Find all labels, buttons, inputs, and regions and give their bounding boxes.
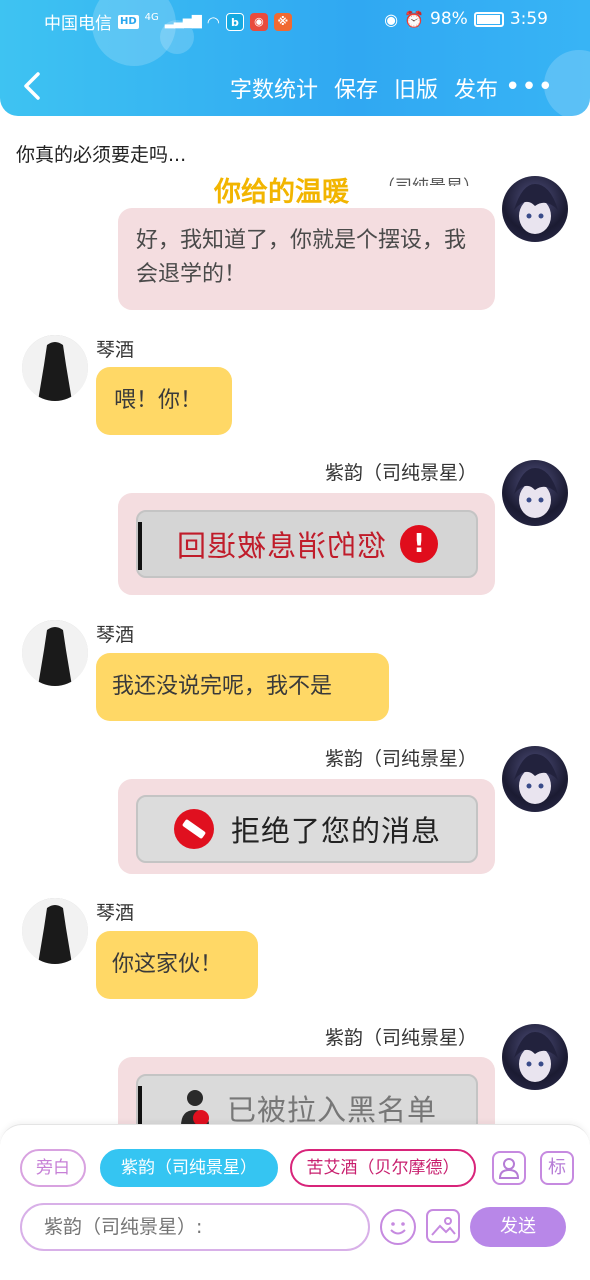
sender-name-clipped: （司纯景星） [378, 172, 480, 186]
app-root: 中国电信 HD 4G ▂▃▅▇ ◠ b ◉ ※ ◉ ⏰ 98% 3:59 字数统… [0, 0, 590, 1280]
battery-icon [473, 11, 504, 27]
user-blocked-icon [180, 1090, 209, 1126]
app-notification-icon: b [225, 12, 244, 31]
smiley-icon [390, 1222, 406, 1235]
sender-name: 紫韵（司纯景星） [325, 1027, 478, 1049]
message-text: 我还没说完呢，我不是 [112, 674, 333, 699]
nav-actions: 字数统计 保存 旧版 发布 [230, 72, 498, 104]
clock-time: 3:59 [509, 9, 548, 29]
chat-area[interactable]: 你真的必须要走吗... （司纯景星） 你给的温暖 好，我知道了，你就是个摆设，我… [0, 116, 590, 1126]
sender-name: 紫韵（司纯景星） [325, 748, 478, 770]
dark-figure-avatar-icon [22, 335, 88, 401]
nav-bar: 字数统计 保存 旧版 发布 ••• [0, 58, 590, 114]
avatar[interactable] [502, 460, 568, 526]
role-chip-selected[interactable]: 紫韵（司纯景星） [100, 1149, 278, 1187]
sender-name: 琴酒 [96, 624, 135, 646]
avatar[interactable] [502, 1024, 568, 1090]
card-edge [138, 1086, 142, 1126]
app-notification-icon: ※ [273, 12, 292, 31]
more-options-button[interactable]: ••• [505, 72, 554, 102]
sender-name: 紫韵（司纯景星） [325, 462, 478, 484]
save-button[interactable]: 保存 [334, 72, 378, 104]
avatar[interactable] [22, 335, 88, 401]
anime-avatar-icon [514, 468, 558, 518]
signal-icon: ▂▃▅▇ [164, 14, 202, 29]
prohibited-icon [173, 809, 214, 849]
avatar[interactable] [502, 746, 568, 812]
dark-figure-avatar-icon [22, 898, 88, 964]
anime-avatar-icon [514, 184, 558, 234]
message-bubble[interactable]: 我还没说完呢，我不是 [96, 653, 389, 721]
status-bar: 中国电信 HD 4G ▂▃▅▇ ◠ b ◉ ※ ◉ ⏰ 98% 3:59 [0, 0, 590, 40]
anime-avatar-icon [514, 754, 558, 804]
image-icon [431, 1217, 456, 1236]
old-version-button[interactable]: 旧版 [394, 72, 438, 104]
person-icon [498, 1158, 520, 1179]
network-type: 4G [144, 12, 159, 23]
weibo-icon: ◉ [249, 12, 268, 31]
compose-panel: 旁白 紫韵（司纯景星） 苦艾酒（贝尔摩德） 标 发送 [0, 1124, 590, 1280]
wifi-icon: ◠ [206, 12, 220, 31]
message-bubble[interactable]: 好，我知道了，你就是个摆设，我会退学的！ [118, 208, 495, 310]
system-message-text: 拒绝了您的消息 [230, 814, 441, 848]
avatar[interactable] [22, 898, 88, 964]
alert-icon: ! [400, 525, 438, 563]
message-input[interactable] [20, 1203, 370, 1251]
mark-button[interactable]: 标 [540, 1151, 574, 1185]
message-bubble[interactable]: 你这家伙！ [96, 931, 258, 999]
image-button[interactable] [426, 1209, 460, 1243]
app-header: 中国电信 HD 4G ▂▃▅▇ ◠ b ◉ ※ ◉ ⏰ 98% 3:59 字数统… [0, 0, 590, 116]
message-text: 你这家伙！ [112, 952, 223, 977]
alarm-icon: ⏰ [404, 9, 425, 29]
hd-icon: HD [118, 14, 139, 29]
message-text: 好，我知道了，你就是个摆设，我会退学的！ [136, 228, 467, 287]
overlay-title: 你给的温暖 [214, 177, 349, 208]
message-rejected-image[interactable]: 拒绝了您的消息 [136, 795, 478, 863]
character-button[interactable] [492, 1151, 526, 1185]
message-blacklisted-image[interactable]: 已被拉入黑名单 [136, 1074, 478, 1126]
back-button[interactable] [18, 68, 48, 104]
anime-avatar-icon [514, 1032, 558, 1082]
system-message-text: 已被拉入黑名单 [226, 1093, 437, 1126]
send-button[interactable]: 发送 [470, 1207, 566, 1247]
topic-text: 你真的必须要走吗... [16, 144, 187, 166]
dark-figure-avatar-icon [22, 620, 88, 686]
role-chip-narrator[interactable]: 旁白 [20, 1149, 86, 1187]
avatar[interactable] [502, 176, 568, 242]
role-chip[interactable]: 苦艾酒（贝尔摩德） [290, 1149, 476, 1187]
carrier-label: 中国电信 [44, 14, 112, 34]
battery-percent: 98% [430, 9, 468, 29]
avatar[interactable] [22, 620, 88, 686]
sender-name: 琴酒 [96, 339, 135, 361]
word-count-button[interactable]: 字数统计 [230, 72, 318, 104]
message-text: 喂！你！ [114, 388, 203, 413]
emoji-button[interactable] [380, 1209, 416, 1245]
sender-name: 琴酒 [96, 902, 135, 924]
publish-button[interactable]: 发布 [454, 72, 498, 104]
card-edge [138, 522, 142, 570]
message-returned-image[interactable]: 您的消息被退回 ! [136, 510, 478, 578]
chevron-left-icon [24, 72, 40, 100]
message-bubble[interactable]: 喂！你！ [96, 367, 232, 435]
system-message-text: 您的消息被退回 [175, 529, 386, 563]
eye-icon: ◉ [384, 9, 399, 29]
